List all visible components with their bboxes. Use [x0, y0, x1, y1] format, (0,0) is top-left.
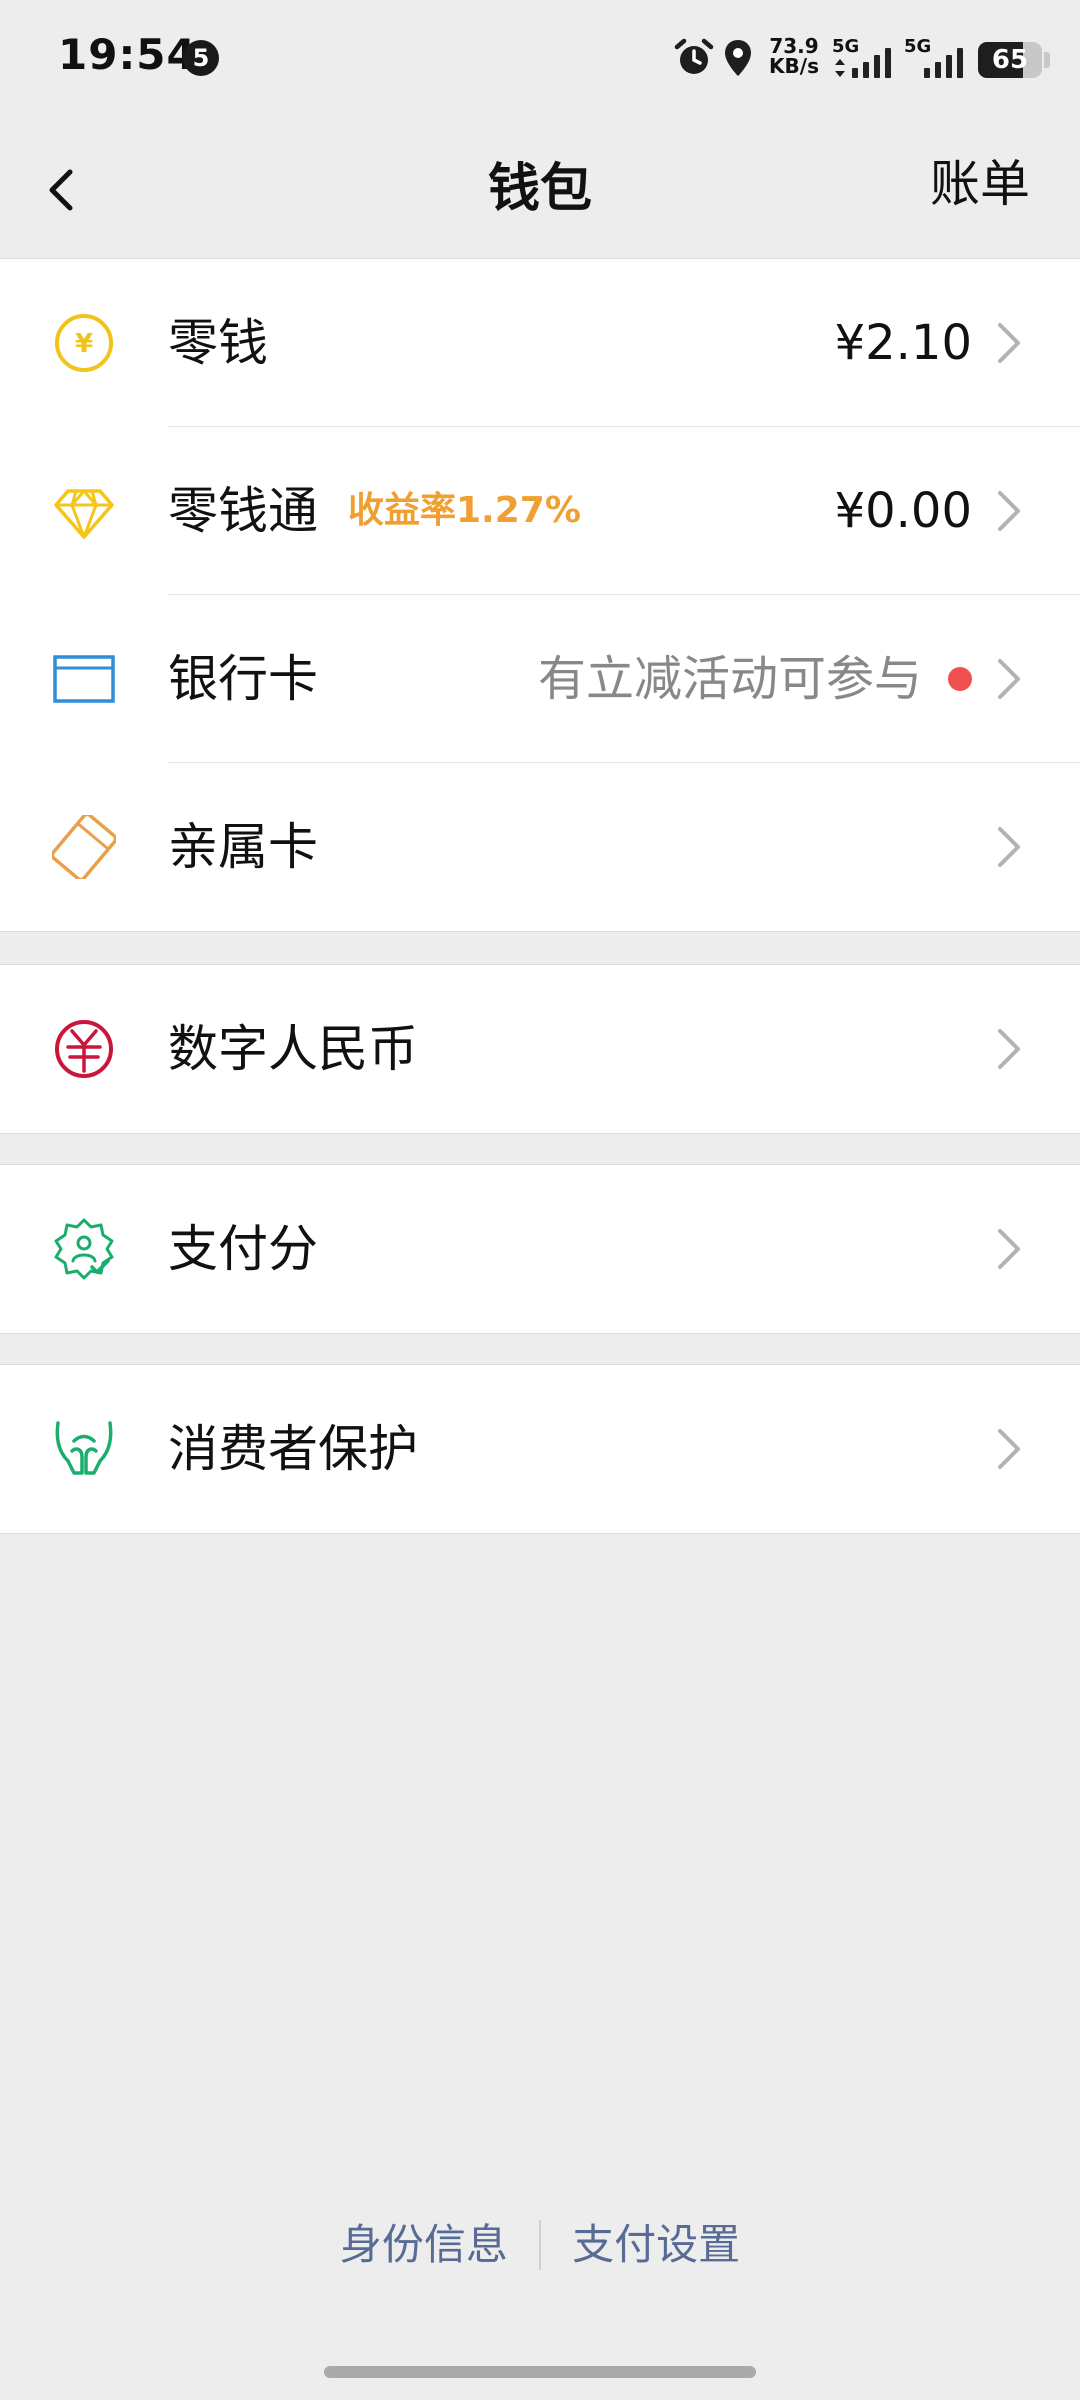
change-label: 零钱 — [168, 314, 268, 372]
nav-bar: 钱包 账单 — [0, 120, 1080, 258]
network-speed-unit: KB/s — [769, 54, 819, 78]
payment-settings-link[interactable]: 支付设置 — [572, 2210, 740, 2280]
alarm-icon — [674, 38, 714, 74]
pay-score-group: 支付分 — [0, 1164, 1080, 1334]
list-item-consumer-protection[interactable]: 消费者保护 — [0, 1365, 1080, 1533]
chevron-right-icon — [998, 1029, 1020, 1069]
list-item-pay-score[interactable]: 支付分 — [0, 1165, 1080, 1333]
list-item-family-card[interactable]: 亲属卡 — [0, 763, 1080, 931]
list-item-lingqiantong[interactable]: 零钱通 收益率1.27% ¥0.00 — [0, 427, 1080, 595]
sim2-signal-icon — [924, 46, 963, 78]
network-speed-value: 73.9 — [769, 34, 819, 58]
location-icon — [725, 40, 751, 76]
promotion-hint: 有立减活动可参与 — [537, 651, 922, 707]
bill-button[interactable]: 账单 — [930, 120, 1030, 248]
consumer-protection-icon — [55, 1421, 113, 1475]
chevron-right-icon — [998, 659, 1020, 699]
network-speed: 73.9 KB/s — [764, 36, 824, 76]
yield-rate: 收益率1.27% — [348, 490, 581, 531]
pay-score-label: 支付分 — [168, 1220, 318, 1278]
notification-count-badge: 5 — [183, 40, 219, 76]
digital-rmb-icon — [55, 1020, 113, 1078]
change-balance: ¥2.10 — [834, 315, 972, 371]
digital-rmb-label: 数字人民币 — [168, 1020, 418, 1078]
svg-text:¥: ¥ — [75, 329, 93, 359]
chevron-right-icon — [998, 1429, 1020, 1469]
battery-icon: 65 — [978, 42, 1042, 78]
red-dot-badge — [948, 667, 972, 691]
chevron-right-icon — [998, 827, 1020, 867]
list-item-digital-rmb[interactable]: 数字人民币 — [0, 965, 1080, 1133]
consumer-protection-group: 消费者保护 — [0, 1364, 1080, 1534]
lingqiantong-balance: ¥0.00 — [834, 483, 972, 539]
list-item-bank-card[interactable]: 银行卡 有立减活动可参与 — [0, 595, 1080, 763]
bank-card-label: 银行卡 — [168, 650, 318, 708]
status-bar: 19:54 5 73.9 KB/s 5G 5G 65 — [0, 0, 1080, 120]
family-card-icon — [52, 815, 116, 879]
page-title: 钱包 — [487, 159, 592, 219]
digital-rmb-group: 数字人民币 — [0, 964, 1080, 1134]
wallet-main-group: ¥ 零钱 ¥2.10 零钱通 收益率1.27% ¥0.00 银行卡 有立减活动可… — [0, 258, 1080, 932]
yuan-coin-icon: ¥ — [55, 314, 113, 372]
status-icons: 73.9 KB/s 5G 5G 65 — [660, 0, 1080, 120]
status-time: 19:54 — [58, 30, 197, 79]
data-arrows-icon — [835, 59, 845, 77]
family-card-label: 亲属卡 — [168, 818, 318, 876]
battery-level: 65 — [991, 45, 1029, 75]
lingqiantong-label: 零钱通 — [168, 482, 318, 540]
sim1-signal-icon — [852, 46, 891, 78]
list-item-change[interactable]: ¥ 零钱 ¥2.10 — [0, 259, 1080, 427]
home-indicator[interactable] — [324, 2366, 756, 2378]
footer-separator — [539, 2220, 541, 2270]
chevron-right-icon — [998, 323, 1020, 363]
consumer-protection-label: 消费者保护 — [168, 1420, 418, 1478]
chevron-right-icon — [998, 1229, 1020, 1269]
diamond-icon — [54, 489, 114, 539]
bank-card-icon — [53, 655, 115, 703]
footer-links: 身份信息 支付设置 — [0, 2210, 1080, 2280]
battery-tip — [1044, 52, 1050, 68]
pay-score-icon — [54, 1218, 114, 1280]
chevron-right-icon — [998, 491, 1020, 531]
identity-info-link[interactable]: 身份信息 — [340, 2210, 508, 2280]
